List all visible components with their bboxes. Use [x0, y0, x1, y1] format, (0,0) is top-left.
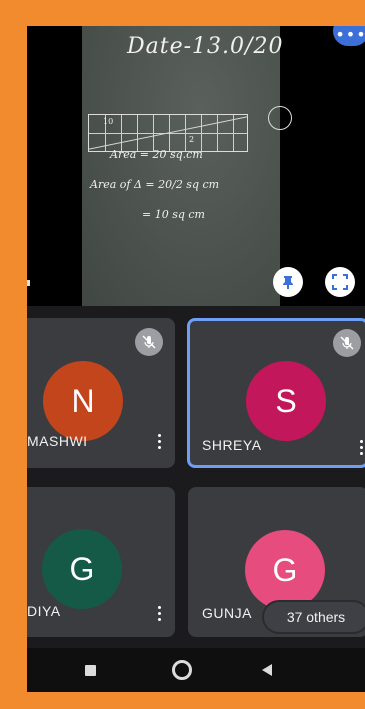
system-nav-bar: [27, 648, 365, 692]
participant-name: GUNJA: [202, 605, 252, 621]
participant-name: SHREYA: [202, 437, 262, 453]
avatar: G: [245, 530, 325, 610]
board-line-area: Area = 20 sq.cm: [110, 148, 203, 161]
square-recents-icon[interactable]: [85, 665, 96, 676]
board-line-result: = 10 sq cm: [142, 208, 205, 221]
participant-tile-active[interactable]: S SHREYA: [187, 318, 365, 468]
participant-name: MASHWI: [27, 433, 88, 449]
others-count-chip[interactable]: 37 others: [264, 602, 365, 632]
phone-screen: Date-13.0/20 10 2 Area = 20 sq.cm Area o…: [27, 26, 365, 692]
board-grid-drawing: 10 2: [88, 114, 248, 152]
pin-icon: [283, 276, 293, 289]
fullscreen-icon: [332, 274, 348, 290]
avatar: G: [42, 529, 122, 609]
participant-menu-button[interactable]: [354, 439, 365, 457]
grid-label-top: 10: [103, 117, 114, 126]
triangle-back-icon[interactable]: [262, 664, 272, 676]
participant-menu-button[interactable]: [152, 433, 166, 451]
orange-frame: Date-13.0/20 10 2 Area = 20 sq.cm Area o…: [0, 0, 365, 709]
circle-home-icon[interactable]: [172, 660, 192, 680]
chalkboard-image: Date-13.0/20 10 2 Area = 20 sq.cm Area o…: [82, 26, 292, 306]
more-options-button[interactable]: •••: [333, 26, 365, 46]
fullscreen-button[interactable]: [325, 267, 355, 297]
grid-label-bottom: 2: [189, 135, 195, 144]
pin-button[interactable]: [273, 267, 303, 297]
participant-name: DIYA: [27, 603, 61, 619]
more-horizontal-icon: •••: [335, 26, 365, 44]
mic-off-icon: [142, 335, 156, 349]
participant-tile[interactable]: G DIYA: [27, 487, 175, 637]
mic-off-icon: [340, 336, 354, 350]
board-circle-drawing: [268, 106, 292, 130]
mic-muted-badge: [333, 329, 361, 357]
avatar: N: [43, 361, 123, 441]
board-line-triangle-area: Area of Δ = 20/2 sq cm: [90, 178, 220, 191]
edge-indicator: [27, 280, 30, 286]
participant-menu-button[interactable]: [152, 605, 166, 623]
main-video-feed[interactable]: Date-13.0/20 10 2 Area = 20 sq.cm Area o…: [27, 26, 365, 306]
board-date-text: Date-13.0/20: [127, 34, 284, 59]
mic-muted-badge: [135, 328, 163, 356]
avatar: S: [246, 361, 326, 441]
participant-tile[interactable]: N MASHWI: [27, 318, 175, 468]
